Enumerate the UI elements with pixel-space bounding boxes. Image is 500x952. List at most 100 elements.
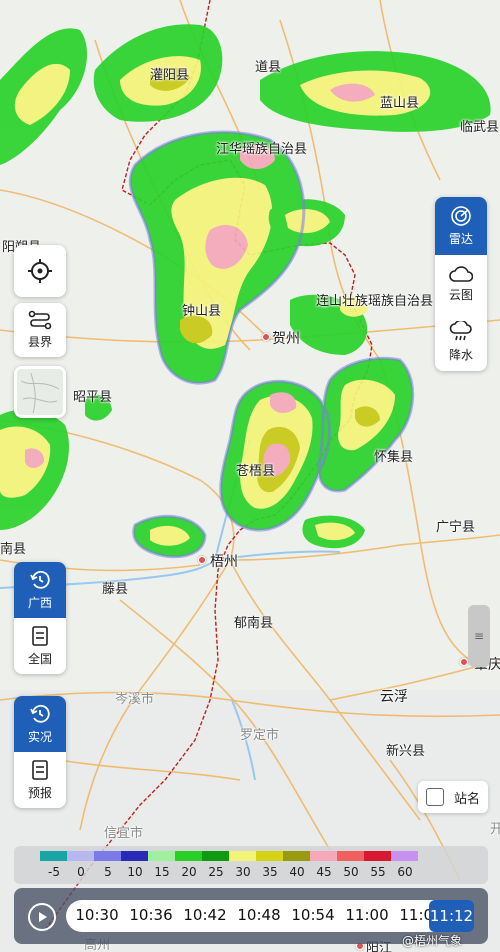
layer-tabs: 雷达 云图 降水 — [435, 197, 487, 371]
tab-label: 雷达 — [448, 232, 473, 246]
city-marker — [262, 333, 270, 341]
basemap-thumbnail[interactable] — [14, 366, 66, 418]
city-label: 蓝山县 — [380, 96, 420, 111]
tab-label: 云图 — [448, 288, 473, 302]
legend-labels: -5 0 5 10 15 20 25 30 35 40 45 50 55 60 — [28, 865, 468, 881]
tab-label: 实况 — [27, 730, 52, 744]
map-thumbnail-icon — [17, 369, 63, 415]
locate-button[interactable] — [14, 245, 66, 297]
city-label: 昭平县 — [73, 390, 113, 405]
legend-label: 5 — [104, 865, 112, 879]
city-label: 新兴县 — [386, 744, 426, 759]
tab-cloud[interactable]: 云图 — [435, 255, 487, 313]
tab-label: 广西 — [27, 596, 52, 610]
legend-label: 20 — [181, 865, 197, 879]
rain-icon — [449, 321, 472, 341]
radar-icon — [451, 206, 471, 226]
time-step[interactable]: 10:54 — [291, 906, 334, 924]
county-border-button[interactable]: 县界 — [14, 303, 66, 357]
side-drawer-handle[interactable]: ≡ — [468, 605, 490, 667]
time-step[interactable]: 10:36 — [129, 906, 172, 924]
city-label: 连山壮族瑶族自治县 — [316, 294, 434, 309]
legend-swatch — [229, 851, 256, 861]
time-step[interactable]: 10:42 — [183, 906, 226, 924]
city-label: 钟山县 — [182, 304, 222, 319]
region-tabs: 广西 全国 — [14, 562, 66, 674]
station-name-toggle[interactable]: 站名 — [418, 781, 488, 813]
city-label: 怀集县 — [374, 450, 414, 465]
legend-label: 30 — [235, 865, 251, 879]
legend-label: 25 — [208, 865, 224, 879]
tab-guangxi[interactable]: 广西 — [14, 562, 66, 618]
station-label: 站名 — [453, 791, 480, 807]
legend-swatch — [256, 851, 283, 861]
tab-label: 降水 — [448, 348, 473, 362]
document-icon — [32, 626, 48, 646]
city-label: 灌阳县 — [150, 68, 190, 83]
city-label: 梧州 — [210, 554, 238, 570]
legend-swatch — [310, 851, 337, 861]
city-marker — [460, 658, 468, 666]
legend-swatch — [337, 851, 364, 861]
legend-swatch — [364, 851, 391, 861]
current-time[interactable]: 11:12 — [429, 900, 474, 932]
reflectivity-legend: -5 0 5 10 15 20 25 30 35 40 45 50 55 60 — [14, 846, 488, 884]
tab-label: 预报 — [27, 786, 52, 800]
legend-label: 45 — [316, 865, 332, 879]
city-label: 罗定市 — [240, 728, 280, 743]
station-checkbox[interactable] — [425, 788, 444, 806]
tab-live[interactable]: 实况 — [14, 696, 66, 752]
time-step[interactable]: 11:00 — [345, 906, 388, 924]
tab-label: 全国 — [27, 652, 52, 666]
legend-label: 55 — [370, 865, 386, 879]
city-label: 岑溪市 — [115, 692, 155, 707]
city-label: 藤县 — [102, 582, 129, 597]
tab-national[interactable]: 全国 — [14, 618, 66, 674]
legend-swatch — [121, 851, 148, 861]
menu-icon: ≡ — [473, 629, 485, 643]
time-step[interactable]: 10:30 — [75, 906, 118, 924]
legend-label: 40 — [289, 865, 305, 879]
refresh-clock-icon — [30, 570, 50, 589]
legend-label: 15 — [154, 865, 170, 879]
legend-swatch — [94, 851, 121, 861]
city-label: 苍梧县 — [236, 464, 276, 479]
city-label: 广宁县 — [436, 520, 476, 535]
legend-swatch — [391, 851, 418, 861]
route-icon — [28, 310, 52, 330]
legend-label: 35 — [262, 865, 278, 879]
mode-tabs: 实况 预报 — [14, 696, 66, 808]
legend-swatch — [283, 851, 310, 861]
tab-rain[interactable]: 降水 — [435, 313, 487, 371]
time-step[interactable]: 10:48 — [237, 906, 280, 924]
legend-swatch — [202, 851, 229, 861]
city-label: 道县 — [255, 60, 282, 75]
county-border-label: 县界 — [27, 335, 52, 349]
cloud-icon — [449, 266, 473, 282]
city-label: 开 — [490, 822, 500, 837]
document-icon — [32, 760, 48, 780]
legend-label: -5 — [48, 865, 60, 879]
play-icon — [39, 912, 47, 922]
city-label: 郁南县 — [234, 616, 274, 631]
legend-label: 50 — [343, 865, 359, 879]
tab-forecast[interactable]: 预报 — [14, 752, 66, 808]
legend-swatch — [67, 851, 94, 861]
legend-label: 0 — [77, 865, 85, 879]
legend-swatch — [148, 851, 175, 861]
legend-swatch — [40, 851, 67, 861]
play-button[interactable] — [28, 903, 56, 931]
city-marker — [198, 556, 206, 564]
city-label: 贺州 — [272, 331, 300, 347]
legend-color-bar — [40, 851, 418, 861]
city-label: 南县 — [0, 542, 27, 557]
legend-label: 10 — [127, 865, 143, 879]
watermark: @梧州气象 — [402, 934, 463, 948]
tab-radar[interactable]: 雷达 — [435, 197, 487, 255]
legend-label: 60 — [397, 865, 413, 879]
time-track[interactable]: 10:30 10:36 10:42 10:48 10:54 11:00 11:06 — [66, 900, 474, 932]
legend-swatch — [175, 851, 202, 861]
city-label: 信宜市 — [104, 826, 144, 841]
refresh-clock-icon — [30, 704, 50, 723]
city-label: 江华瑶族自治县 — [216, 142, 308, 157]
